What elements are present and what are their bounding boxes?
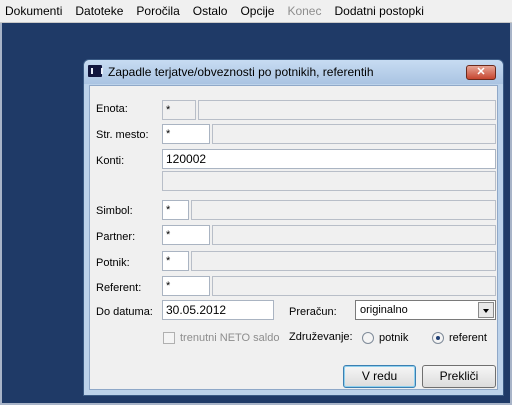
str-mesto-name-field	[212, 124, 496, 144]
preracun-selected-value: originalno	[360, 304, 408, 316]
ok-button[interactable]: V redu	[343, 365, 416, 388]
neto-saldo-checkbox	[163, 332, 175, 344]
konti-input[interactable]: 120002	[162, 149, 496, 169]
do-datuma-input[interactable]: 30.05.2012	[162, 300, 274, 320]
str-mesto-label: Str. mesto:	[96, 129, 149, 141]
menu-datoteke[interactable]: Datoteke	[75, 4, 123, 18]
menu-porocila[interactable]: Poročila	[136, 4, 179, 18]
menu-dodatni-postopki[interactable]: Dodatni postopki	[334, 4, 423, 18]
do-datuma-label: Do datuma:	[96, 306, 153, 318]
simbol-label: Simbol:	[96, 205, 133, 217]
radio-referent[interactable]	[432, 332, 444, 344]
app-logo-icon	[88, 65, 103, 77]
potnik-code-input[interactable]: *	[162, 251, 189, 271]
referent-label: Referent:	[96, 282, 142, 294]
report-dialog: Zapadle terjatve/obveznosti po potnikih,…	[83, 59, 504, 396]
simbol-name-field	[191, 200, 496, 220]
dialog-titlebar[interactable]: Zapadle terjatve/obveznosti po potnikih,…	[84, 60, 503, 84]
partner-code-input[interactable]: *	[162, 225, 210, 245]
menu-dokumenti[interactable]: Dokumenti	[5, 4, 62, 18]
menu-ostalo[interactable]: Ostalo	[193, 4, 228, 18]
dialog-title: Zapadle terjatve/obveznosti po potnikih,…	[108, 65, 374, 79]
partner-name-field	[212, 225, 496, 245]
radio-potnik[interactable]	[362, 332, 374, 344]
dialog-body: Enota: * Str. mesto: * Konti: 120002 Sim…	[89, 85, 498, 390]
str-mesto-code-input[interactable]: *	[162, 124, 210, 144]
zdruzevanje-label: Združevanje:	[289, 331, 353, 343]
cancel-button[interactable]: Prekliči	[422, 365, 496, 388]
radio-referent-label[interactable]: referent	[449, 332, 487, 344]
enota-name-field	[198, 100, 496, 120]
partner-label: Partner:	[96, 231, 136, 243]
konti-label: Konti:	[96, 155, 125, 167]
chevron-down-icon[interactable]	[478, 302, 494, 318]
enota-label: Enota:	[96, 103, 128, 115]
potnik-name-field	[191, 251, 496, 271]
preracun-label: Preračun:	[289, 306, 337, 318]
referent-name-field	[212, 276, 496, 296]
radio-potnik-label[interactable]: potnik	[379, 332, 408, 344]
enota-code-field: *	[162, 100, 196, 120]
konti-extra-field	[162, 171, 496, 191]
potnik-label: Potnik:	[96, 257, 130, 269]
simbol-code-input[interactable]: *	[162, 200, 189, 220]
close-button[interactable]: ✕	[466, 65, 496, 80]
menu-bar: Dokumenti Datoteke Poročila Ostalo Opcij…	[0, 0, 512, 23]
referent-code-input[interactable]: *	[162, 276, 210, 296]
preracun-select[interactable]: originalno	[355, 300, 496, 320]
menu-opcije[interactable]: Opcije	[240, 4, 274, 18]
neto-saldo-label: trenutni NETO saldo	[180, 332, 280, 344]
menu-konec: Konec	[287, 4, 322, 18]
